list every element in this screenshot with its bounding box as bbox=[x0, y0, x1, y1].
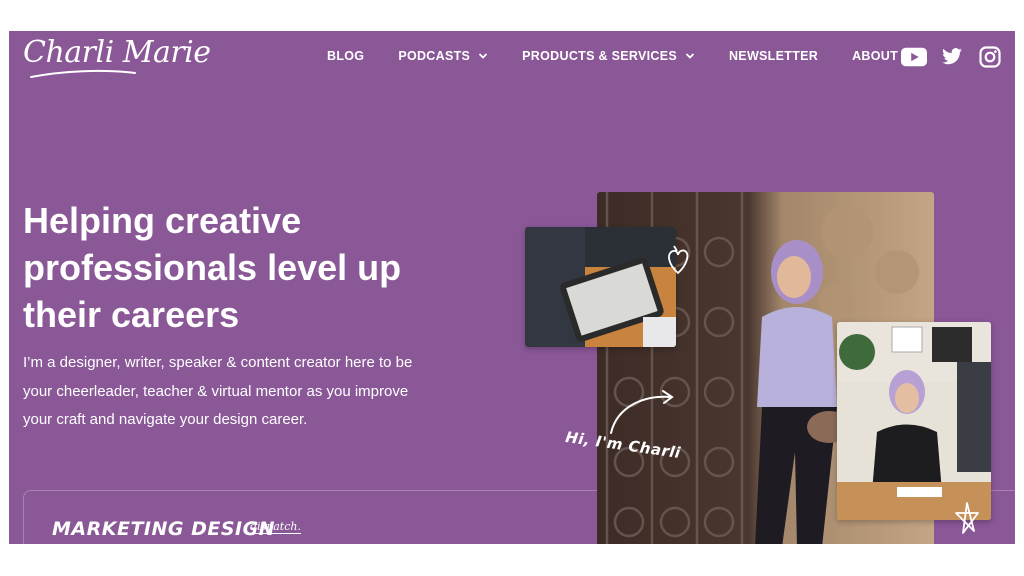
hero-photo-desk bbox=[837, 322, 991, 520]
logo-swash-icon bbox=[30, 69, 136, 78]
arrow-doodle-icon bbox=[610, 390, 674, 434]
social-links bbox=[901, 44, 1015, 70]
nav-item-about[interactable]: ABOUT bbox=[852, 49, 898, 63]
heart-doodle-icon bbox=[668, 245, 689, 275]
page-frame: Charli Marie BLOG PODCASTS PRODUCTS & SE… bbox=[9, 31, 1015, 544]
youtube-icon[interactable] bbox=[901, 44, 927, 70]
card-brand-subtitle: dispatch. bbox=[250, 520, 301, 534]
nav-item-products-services[interactable]: PRODUCTS & SERVICES bbox=[522, 49, 695, 63]
chevron-down-icon bbox=[685, 53, 695, 59]
card-brand-title: MARKETING DESIGN bbox=[52, 518, 276, 540]
chevron-down-icon bbox=[479, 53, 488, 59]
hero-description: I’m a designer, writer, speaker & conten… bbox=[23, 354, 413, 428]
twitter-icon[interactable] bbox=[939, 44, 965, 70]
nav-item-blog[interactable]: BLOG bbox=[327, 49, 364, 63]
nav-item-label: ABOUT bbox=[852, 49, 899, 63]
main-nav: BLOG PODCASTS PRODUCTS & SERVICES NEWSLE… bbox=[327, 49, 932, 63]
instagram-icon[interactable] bbox=[977, 44, 1003, 70]
nav-item-label: NEWSLETTER bbox=[728, 49, 819, 63]
nav-item-podcasts[interactable]: PODCASTS bbox=[398, 49, 488, 63]
nav-item-newsletter[interactable]: NEWSLETTER bbox=[729, 49, 818, 63]
hero-title: Helping creative professionals level up … bbox=[23, 200, 402, 335]
hero-photo-tablet bbox=[525, 227, 676, 347]
nav-item-label: BLOG bbox=[327, 49, 365, 63]
star-doodle-icon bbox=[955, 502, 979, 534]
nav-item-label: PODCASTS bbox=[398, 49, 471, 63]
nav-item-label: PRODUCTS & SERVICES bbox=[522, 49, 677, 63]
site-logo[interactable]: Charli Marie bbox=[23, 35, 211, 70]
